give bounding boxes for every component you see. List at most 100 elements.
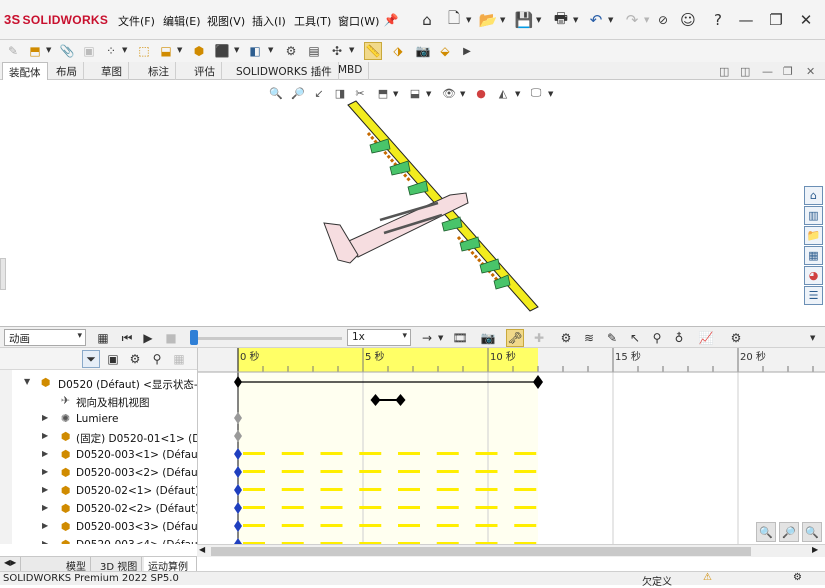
doc-minimize-icon[interactable]: —: [762, 65, 773, 78]
filter-results-icon[interactable]: ⚲: [148, 350, 166, 368]
chevron-right-icon[interactable]: ▶: [42, 521, 48, 530]
stop-icon[interactable]: ■: [162, 329, 180, 347]
scroll-left-icon[interactable]: ◀: [199, 545, 205, 554]
panel-collapse-handle[interactable]: [0, 258, 6, 290]
chevron-right-icon[interactable]: ▶: [42, 485, 48, 494]
stop-icon[interactable]: ⊘: [653, 10, 673, 30]
motor-icon[interactable]: ⚙: [557, 329, 575, 347]
spring-icon[interactable]: ≋: [580, 329, 598, 347]
file-explorer-icon[interactable]: 📁: [804, 226, 823, 245]
tab-3d-views[interactable]: 3D 视图: [96, 557, 143, 573]
add-key-icon[interactable]: ✚: [530, 329, 548, 347]
chevron-right-icon[interactable]: ▶: [42, 503, 48, 512]
zoom-to-fit-icon[interactable]: 🔍: [268, 85, 284, 101]
timeline-area[interactable]: 0 秒 5 秒 10 秒 15 秒 20 秒: [197, 348, 825, 544]
chevron-down-icon[interactable]: ▼: [122, 46, 127, 54]
chevron-down-icon[interactable]: ▼: [466, 16, 471, 24]
doc-close-icon[interactable]: ✕: [806, 65, 815, 78]
tab-layout[interactable]: 布局: [50, 62, 84, 80]
tab-scroll-icon[interactable]: ◀▶: [0, 557, 22, 572]
filter-driving-icon[interactable]: ▣: [104, 350, 122, 368]
instant3d-icon[interactable]: 📏: [364, 42, 382, 60]
save-icon[interactable]: 💾: [514, 10, 534, 30]
damper-icon[interactable]: ⚲: [648, 329, 666, 347]
tab-assembly[interactable]: 装配体: [2, 62, 48, 80]
collapse-all-icon[interactable]: ▦: [170, 350, 188, 368]
edit-component-icon[interactable]: ✎: [4, 42, 22, 60]
take-snapshot-icon[interactable]: 📷: [414, 42, 432, 60]
tab-solidworks-addins[interactable]: SOLIDWORKS 插件: [230, 62, 339, 80]
chevron-right-icon[interactable]: ▶: [42, 449, 48, 458]
scroll-right-icon[interactable]: ▶: [812, 545, 818, 554]
open-icon[interactable]: 📂: [478, 10, 498, 30]
tree-item[interactable]: ▶ ⬢ D0520-02<2> (Défaut) <: [0, 500, 197, 518]
tree-item[interactable]: ▶ ✺ Lumiere: [0, 410, 197, 428]
doc-restore-icon[interactable]: ❐: [783, 65, 793, 78]
zoom-in-icon[interactable]: 🔎: [779, 522, 799, 542]
chevron-down-icon[interactable]: ▼: [573, 16, 578, 24]
tab-model[interactable]: 模型: [62, 557, 91, 573]
appearances-icon[interactable]: ◕: [804, 266, 823, 285]
menu-window[interactable]: 窗口(W): [338, 13, 379, 29]
zoom-out-icon[interactable]: 🔍: [756, 522, 776, 542]
chevron-down-icon[interactable]: ▼: [234, 46, 239, 54]
chevron-down-icon[interactable]: ▼: [46, 46, 51, 54]
solidworks-logo[interactable]: 3S SOLIDWORKS: [4, 12, 108, 27]
tree-item[interactable]: ▶ ⬢ D0520-02<1> (Défaut) <: [0, 482, 197, 500]
tab-motion-study-1[interactable]: 运动算例 1: [144, 557, 197, 584]
undo-icon[interactable]: ↶: [586, 10, 606, 30]
chevron-right-icon[interactable]: ▶: [42, 413, 48, 422]
graphics-area[interactable]: 🔍 🔎 ↙ ◨ ✂ ⬒ ▼ ⬓ ▼ 👁 ▼ ● ◭ ▼ 🖵 ▼ ⌂ ▥ 📁 ▦ …: [0, 80, 825, 326]
tab-sketch[interactable]: 草图: [95, 62, 129, 80]
tree-item[interactable]: ▶ ⬢ D0520-003<2> (Défaut): [0, 464, 197, 482]
chevron-down-icon[interactable]: ▼: [24, 377, 30, 386]
tree-item[interactable]: ▶ ⬢D0520-003<4> (Défaut): [0, 536, 197, 544]
tree-root[interactable]: ▼ ⬢ D0520 (Défaut) <显示状态-1>: [0, 374, 197, 392]
assembly-features-icon[interactable]: ⬛: [213, 42, 231, 60]
chevron-down-icon[interactable]: ▼: [810, 334, 815, 342]
play-icon[interactable]: ▶: [139, 329, 157, 347]
update-speedpak-icon[interactable]: ⬗: [389, 42, 407, 60]
move-component-icon[interactable]: ⬓: [157, 42, 175, 60]
tree-item[interactable]: ✈ 视向及相机视图: [0, 392, 197, 410]
component-preview-icon[interactable]: ▣: [80, 42, 98, 60]
print-icon[interactable]: 🖶: [551, 9, 571, 30]
restore-icon[interactable]: ❐: [766, 10, 786, 30]
force-icon[interactable]: ♁: [670, 329, 688, 347]
customize-icon[interactable]: ⚙: [793, 572, 802, 583]
chevron-right-icon[interactable]: ▶: [42, 467, 48, 476]
aircraft-model[interactable]: [310, 95, 550, 330]
minimize-icon[interactable]: —: [736, 10, 756, 30]
chevron-right-icon[interactable]: ▶: [42, 431, 48, 440]
show-hidden-icon[interactable]: ⬢: [190, 42, 208, 60]
chevron-down-icon[interactable]: ▼: [438, 334, 443, 342]
new-motion-study-icon[interactable]: ⚙: [282, 42, 300, 60]
chevron-down-icon[interactable]: ▼: [177, 46, 182, 54]
chevron-down-icon[interactable]: ▼: [644, 16, 649, 24]
zoom-to-fit-timeline-icon[interactable]: 🔍: [802, 522, 822, 542]
pin-icon[interactable]: 📌: [381, 10, 401, 30]
menu-file[interactable]: 文件(F): [118, 13, 155, 29]
reference-geometry-icon[interactable]: ◧: [246, 42, 264, 60]
filter-animated-icon[interactable]: ⏷: [82, 350, 100, 368]
results-plots-icon[interactable]: 📈: [697, 329, 715, 347]
tab-evaluate[interactable]: 评估: [188, 62, 222, 80]
new-document-icon[interactable]: 🗋: [444, 9, 464, 30]
chevron-down-icon[interactable]: ▼: [349, 46, 354, 54]
user-icon[interactable]: ☺: [678, 10, 698, 30]
help-icon[interactable]: ?: [708, 10, 728, 30]
calculate-icon[interactable]: ▦: [94, 329, 112, 347]
menu-edit[interactable]: 编辑(E): [163, 13, 201, 29]
design-library-icon[interactable]: ▥: [804, 206, 823, 225]
mate-icon[interactable]: 📎: [58, 42, 76, 60]
expand-toolbar-icon[interactable]: ▶: [458, 42, 476, 60]
play-from-start-icon[interactable]: ⏮: [118, 329, 136, 347]
rebuild-indicator-icon[interactable]: ⚠: [703, 572, 712, 583]
large-assembly-icon[interactable]: ⬙: [436, 42, 454, 60]
animation-wizard-icon[interactable]: 📷: [479, 329, 497, 347]
home-icon[interactable]: ⌂: [417, 10, 437, 30]
contact-icon[interactable]: ✎: [603, 329, 621, 347]
playback-speed-select[interactable]: 1x ▾: [347, 329, 411, 346]
chevron-right-icon[interactable]: ▶: [42, 539, 48, 544]
custom-properties-icon[interactable]: ☰: [804, 286, 823, 305]
